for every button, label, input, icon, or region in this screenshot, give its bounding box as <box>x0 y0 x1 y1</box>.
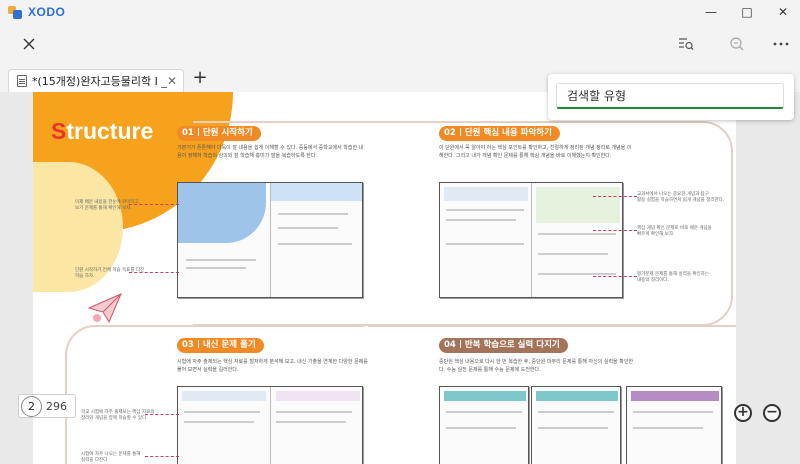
annotation-right-1: 교과서에서 나오는 중요한 개념과 탐구 활동 실험을 학습하면서 쉽게 개념을… <box>637 192 725 203</box>
annotation-left-1: 이제 배운 내용을 한눈에 파악하고, 보기 문제를 통해 확인해 보자. <box>75 200 141 211</box>
annotation-right-3: 평가문제 문제를 통해 실력을 확인하는 내용의 정리이다. <box>637 272 709 283</box>
section-badge-02: 02 단원 핵심 내용 파악하기 <box>439 126 560 141</box>
annotation-line <box>593 276 637 277</box>
zoom-out-button[interactable]: − <box>763 404 781 422</box>
total-pages: 296 <box>46 399 67 413</box>
section-desc-01: 기본기가 튼튼해야 더욱이 잘 내용을 쉽게 이해할 수 있다. 중등에서 중학… <box>177 145 364 159</box>
zoom-search-button[interactable] <box>723 30 751 58</box>
annotation-line <box>145 456 179 457</box>
title-bar: XODO — □ ✕ <box>0 0 800 24</box>
tab-label: *(15개정)완자고등물리학 I _... <box>32 75 168 88</box>
current-page-input[interactable]: 2 <box>21 395 42 417</box>
search-list-icon <box>679 38 694 50</box>
paper-plane-illustration <box>87 293 122 324</box>
close-document-button[interactable] <box>15 30 43 58</box>
document-viewport[interactable]: Structure 01 단원 시작하기 기본기가 튼튼해야 더욱이 잘 내용을 … <box>0 92 800 464</box>
app-brand: XODO <box>28 5 66 19</box>
xodo-logo-icon <box>8 5 24 19</box>
search-input[interactable] <box>556 83 784 109</box>
search-panel <box>548 74 794 120</box>
maximize-button[interactable]: □ <box>730 0 764 24</box>
zoom-search-icon <box>730 37 744 51</box>
zoom-in-button[interactable]: + <box>734 404 752 422</box>
close-window-button[interactable]: ✕ <box>766 0 800 24</box>
annotation-line <box>593 196 637 197</box>
document-icon <box>17 75 27 87</box>
tab-document[interactable]: *(15개정)완자고등물리학 I _... ✕ <box>8 69 184 92</box>
xodo-app-window: XODO — □ ✕ *(15개정)완자고등물리학 I _... ✕ + Str… <box>0 0 800 464</box>
add-tab-button[interactable]: + <box>190 68 210 88</box>
minimize-button[interactable]: — <box>694 0 728 24</box>
annotation-line <box>129 272 179 273</box>
thumbnail-01 <box>177 182 363 298</box>
thumbnail-03 <box>177 386 363 464</box>
annotation-right-2: 핵심 개념 확인 문제로 바로 배운 개념을 빠르게 확인해 보자. <box>637 226 712 237</box>
thumbnail-04b <box>531 386 621 464</box>
annotation-line <box>593 230 637 231</box>
section-badge-03: 03 내신 문제 풀기 <box>177 338 264 353</box>
annotation-left-2: 단원 시작하기 전체 학습 목표를 다진 학습 하자. <box>75 268 145 279</box>
pdf-page: Structure 01 단원 시작하기 기본기가 튼튼해야 더욱이 잘 내용을 … <box>33 92 736 464</box>
section-desc-04: 중단원 핵심 내용으로 다시 한 번 복습한 후, 중단원 마무리 문제를 통해… <box>439 359 634 373</box>
section-badge-04: 04 반복 학습으로 실력 다지기 <box>439 338 568 353</box>
annotation-line <box>129 204 179 205</box>
close-icon <box>23 38 35 50</box>
track-lower-right <box>368 325 736 327</box>
annotation-bottom-2: 시험에 자주 나오는 문제를 통해 실력을 다진다. <box>81 452 141 463</box>
app-logo: XODO <box>8 5 65 19</box>
section-desc-02: 이 단원에서 꼭 알아야 하는 핵심 포인트를 확인하고, 친절하게 정리된 개… <box>439 145 632 159</box>
section-badge-01: 01 단원 시작하기 <box>177 126 261 141</box>
thumbnail-04c <box>626 386 722 464</box>
more-icon <box>773 42 789 46</box>
page-indicator: 2 296 <box>18 394 76 418</box>
tab-close-icon[interactable]: ✕ <box>165 74 179 88</box>
search-list-button[interactable] <box>672 30 700 58</box>
annotation-bottom-1: 학교 시험에 자주 출제되는 핵심 자료의 정리와 개념을 함께 학습할 수 있… <box>81 410 155 421</box>
more-options-button[interactable] <box>767 30 795 58</box>
annotation-line <box>145 414 179 415</box>
toolbar <box>0 24 800 64</box>
section-desc-03: 시험에 자주 출제되는 핵심 자료를 철저하게 분석해 보고, 내신 기출을 연… <box>177 359 368 373</box>
structure-title: Structure <box>51 118 154 144</box>
thumbnail-02 <box>439 182 623 298</box>
thumbnail-04a <box>439 386 529 464</box>
